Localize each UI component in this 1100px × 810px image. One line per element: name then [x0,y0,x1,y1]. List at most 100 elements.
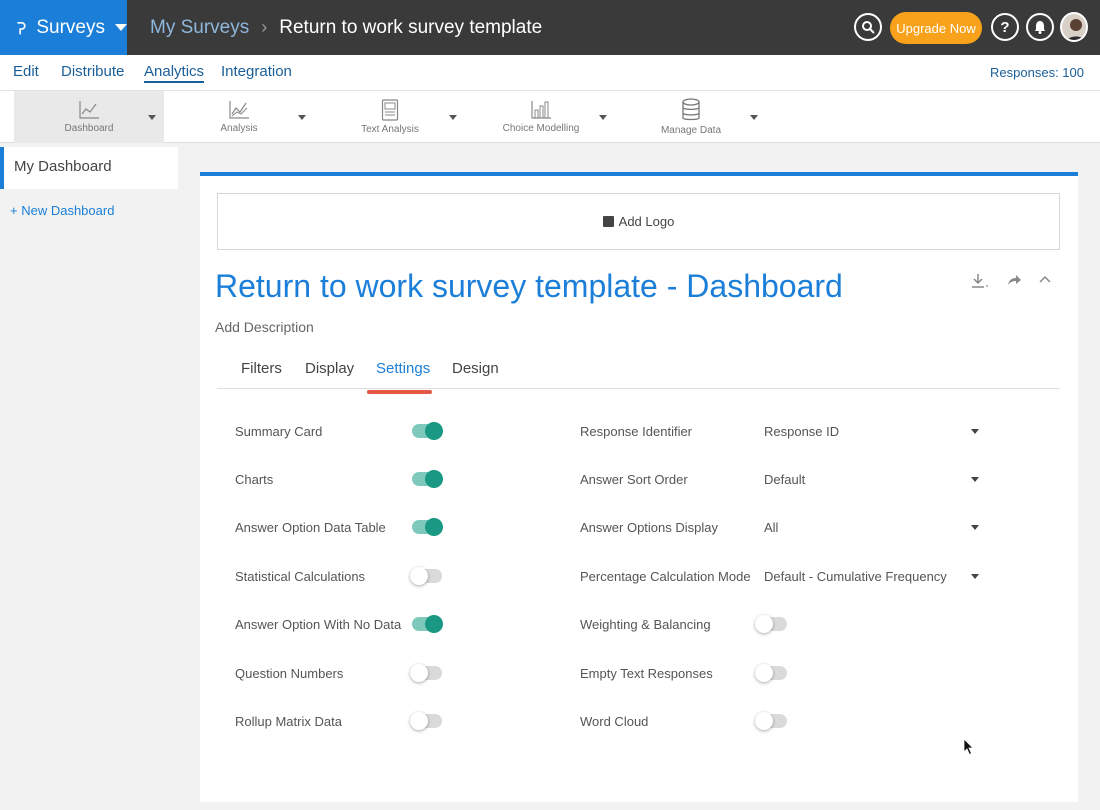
breadcrumb-my-surveys[interactable]: My Surveys [150,17,249,39]
dashboard-card [200,172,1078,802]
breadcrumb-separator: › [261,17,268,37]
chevron-down-icon [115,24,127,31]
chevron-down-icon[interactable] [148,115,156,120]
top-bar: Surveys My Surveys › Return to work surv… [0,0,1100,55]
search-button[interactable] [854,13,882,41]
tab-filters[interactable]: Filters [241,360,282,377]
text-document-icon [381,99,399,121]
tool-choice-modelling[interactable]: Choice Modelling [500,91,582,143]
toggle-knob [425,615,443,633]
tool-analysis[interactable]: Analysis [200,91,278,143]
share-icon[interactable] [1006,272,1022,293]
tool-dashboard[interactable]: Dashboard [14,91,164,143]
response-identifier-select[interactable]: Response ID [764,424,839,439]
download-icon[interactable] [970,272,988,295]
sidebar: My Dashboard + New Dashboard [0,143,178,810]
toggle-knob [425,422,443,440]
tool-label: Analysis [220,123,258,134]
toggle-knob [410,664,428,682]
menu-integration[interactable]: Integration [221,63,292,80]
setting-label: Answer Option With No Data [235,617,402,632]
help-button[interactable]: ? [991,13,1019,41]
question-numbers-toggle[interactable] [410,664,442,682]
toggle-knob [410,712,428,730]
settings-tabs: Filters Display Settings Design [217,360,1060,389]
weighting-balancing-toggle[interactable] [755,615,787,633]
survey-title: Return to work survey template [279,16,543,38]
toggle-knob [755,712,773,730]
menu-distribute[interactable]: Distribute [61,63,124,80]
tool-label: Manage Data [660,125,722,136]
setting-label: Empty Text Responses [580,666,713,681]
add-logo-box[interactable]: Add Logo [217,193,1060,250]
chevron-down-icon[interactable] [599,115,607,120]
setting-label: Answer Options Display [580,520,718,535]
add-description[interactable]: Add Description [215,319,314,335]
analysis-chart-icon [229,101,249,119]
tool-label: Text Analysis [361,124,419,135]
setting-label: Charts [235,472,274,487]
setting-label: Question Numbers [235,666,344,681]
chevron-down-icon[interactable] [971,477,979,482]
tool-manage-data[interactable]: Manage Data [655,91,727,143]
product-switcher[interactable]: Surveys [0,0,127,55]
user-avatar-icon [1066,19,1086,40]
setting-label: Response Identifier [580,424,693,439]
word-cloud-toggle[interactable] [755,712,787,730]
collapse-icon[interactable] [1038,272,1052,291]
avatar[interactable] [1060,12,1088,42]
setting-label: Answer Sort Order [580,472,688,487]
toggle-knob [755,664,773,682]
menu-analytics[interactable]: Analytics [144,63,205,83]
percentage-calculation-select[interactable]: Default - Cumulative Frequency [764,569,947,584]
setting-label: Statistical Calculations [235,569,366,584]
analytics-toolbar: Dashboard Analysis Text Analysis Choice … [0,91,1100,143]
bar-chart-icon [531,101,551,119]
answer-sort-order-select[interactable]: Default [764,472,805,487]
chevron-down-icon[interactable] [971,574,979,579]
bell-icon [1035,21,1045,34]
tab-design[interactable]: Design [452,360,499,377]
mouse-cursor-icon [963,738,974,756]
charts-toggle[interactable] [412,470,443,488]
sidebar-item-my-dashboard[interactable]: My Dashboard [0,147,178,189]
answer-option-no-data-toggle[interactable] [412,615,443,633]
chevron-down-icon[interactable] [449,115,457,120]
tab-settings[interactable]: Settings [376,360,430,377]
chevron-down-icon[interactable] [971,525,979,530]
menu-edit[interactable]: Edit [13,63,39,80]
upgrade-button[interactable]: Upgrade Now [890,12,982,44]
summary-card-toggle[interactable] [412,422,443,440]
responses-count: Responses: 100 [990,65,1084,80]
answer-option-data-table-toggle[interactable] [412,518,443,536]
chevron-down-icon[interactable] [750,115,758,120]
tab-display[interactable]: Display [305,360,354,377]
app-name: Surveys [36,16,105,38]
chevron-down-icon[interactable] [971,429,979,434]
main-menu: Edit Distribute Analytics Integration Re… [0,55,1100,91]
chevron-down-icon[interactable] [298,115,306,120]
empty-text-responses-toggle[interactable] [755,664,787,682]
page-title[interactable]: Return to work survey template - Dashboa… [215,268,843,305]
setting-label: Percentage Calculation Mode [580,569,751,584]
help-icon: ? [1000,18,1010,36]
add-logo-label: Add Logo [618,214,675,229]
logo-icon [17,21,26,35]
notifications-button[interactable] [1026,13,1054,41]
search-icon [862,21,875,34]
statistical-calculations-toggle[interactable] [410,567,442,585]
rollup-matrix-data-toggle[interactable] [410,712,442,730]
toggle-knob [755,615,773,633]
tool-text-analysis[interactable]: Text Analysis [350,91,430,143]
setting-label: Word Cloud [580,714,649,729]
toggle-knob [410,567,428,585]
setting-label: Summary Card [235,424,323,439]
database-icon [682,98,700,121]
setting-label: Rollup Matrix Data [235,714,342,729]
setting-label: Answer Option Data Table [235,520,386,535]
answer-options-display-select[interactable]: All [764,520,778,535]
setting-label: Weighting & Balancing [580,617,711,632]
dashboard-chart-icon [79,101,99,119]
new-dashboard-link[interactable]: + New Dashboard [10,203,114,218]
breadcrumb: My Surveys › Return to work survey templ… [150,0,542,55]
